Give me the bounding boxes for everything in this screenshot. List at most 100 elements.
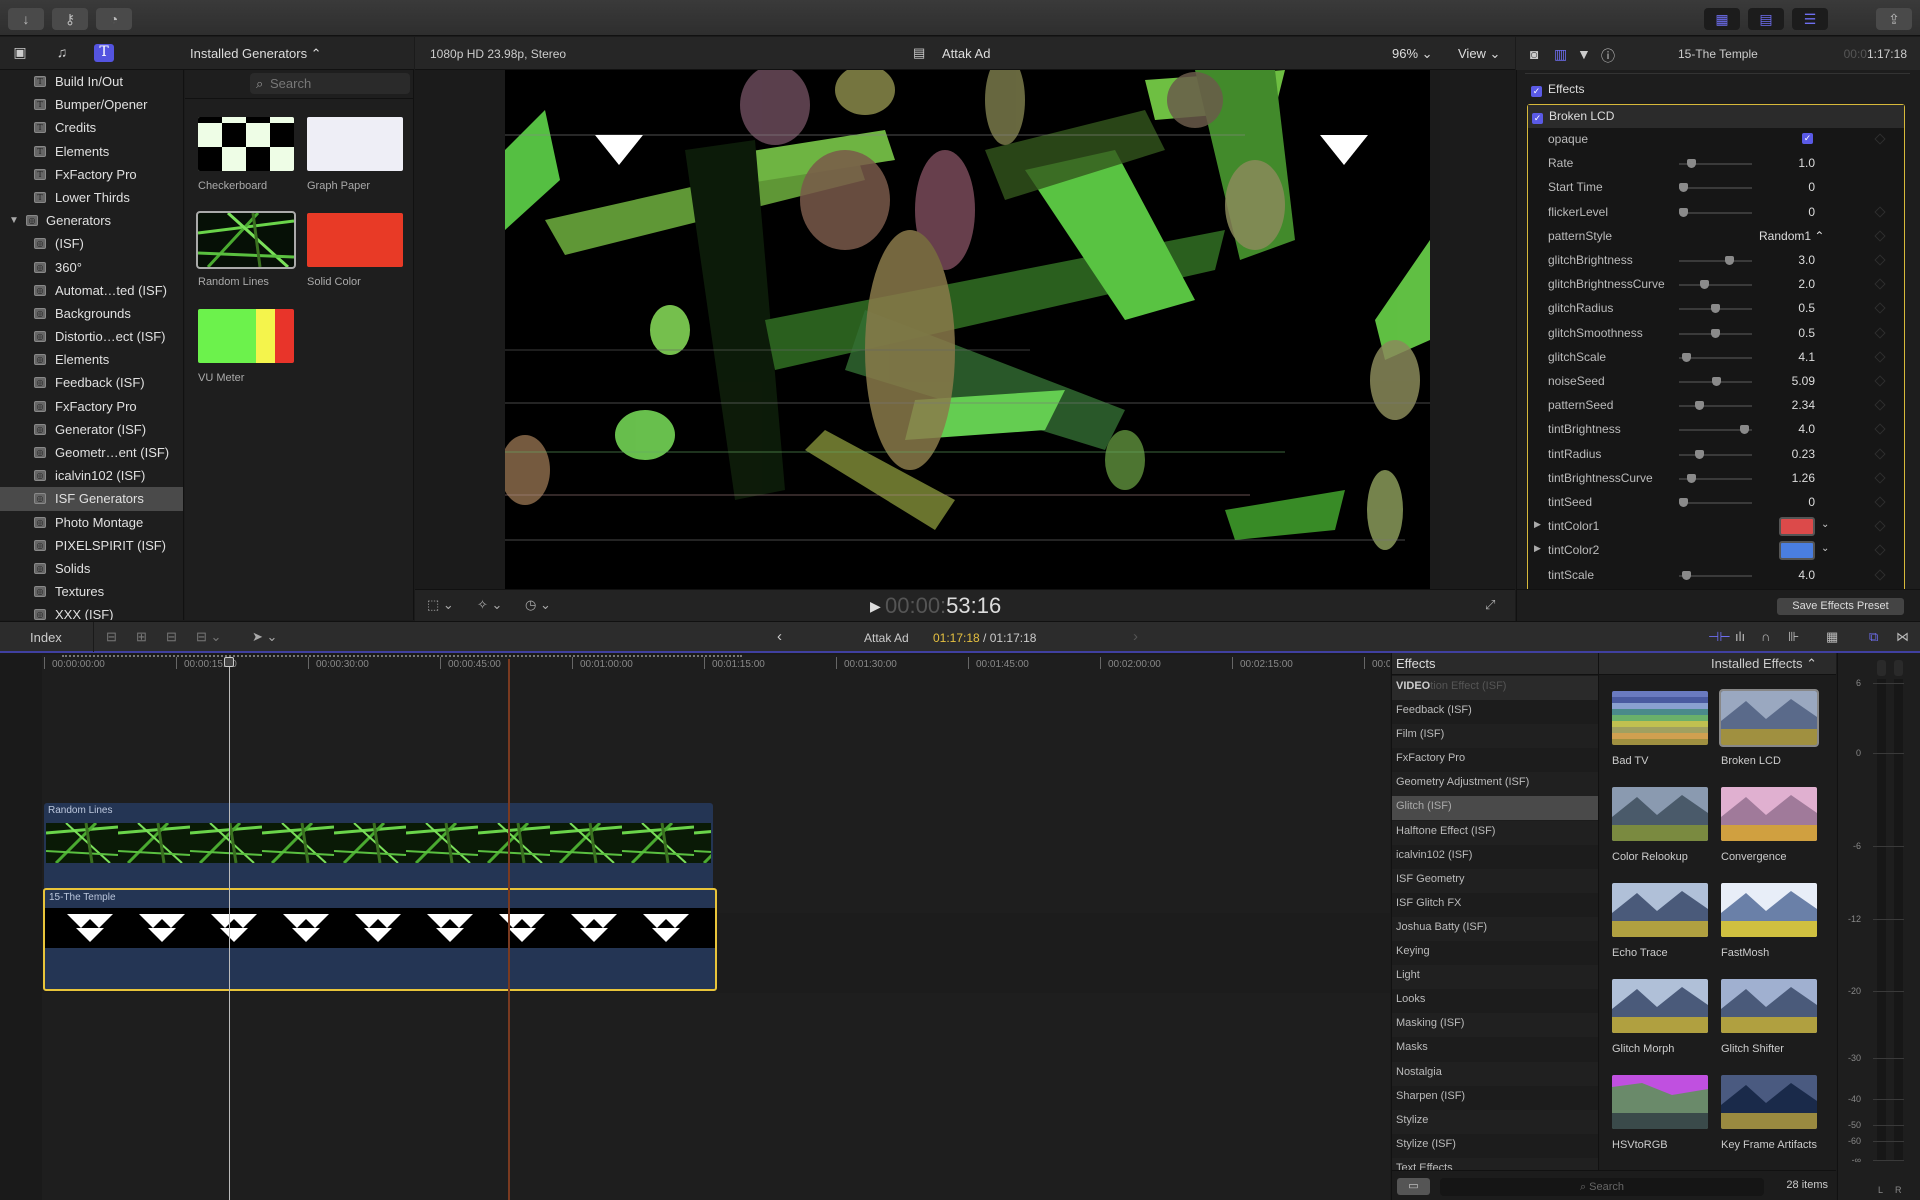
sidebar-toggle-icon[interactable]: ▭ <box>1397 1178 1430 1195</box>
sidebar-item[interactable]: T Bumper/Opener <box>0 93 183 116</box>
param-value[interactable]: 5.09 <box>1792 374 1815 388</box>
info-tab-icon[interactable]: ⓘ <box>1601 46 1615 66</box>
playhead-handle[interactable] <box>224 657 234 667</box>
param-value[interactable]: 3.0 <box>1798 253 1815 267</box>
show-timeline-button[interactable]: ▤ <box>1748 8 1784 30</box>
snapping-icon[interactable]: ⊪ <box>1788 629 1799 645</box>
slider-knob[interactable] <box>1711 328 1720 338</box>
param-slider[interactable] <box>1679 449 1752 459</box>
effect-tile[interactable]: HSVtoRGB <box>1612 1075 1710 1152</box>
sidebar-item[interactable]: ◎ Distortio…ect (ISF) <box>0 325 183 348</box>
timeline[interactable]: 00:00:00:00 00:00:15:00 00:00:30:00 00:00:4… <box>0 655 1390 1200</box>
effect-category[interactable]: Feedback (ISF) <box>1392 700 1598 724</box>
clip-the-temple[interactable]: 15-The Temple <box>43 888 717 991</box>
slider-knob[interactable] <box>1686 473 1696 483</box>
keyframe-icon[interactable] <box>1874 326 1886 339</box>
param-value[interactable]: 2.0 <box>1798 277 1815 291</box>
slider-knob[interactable] <box>1695 449 1704 459</box>
video-inspector-tab-icon[interactable]: ▥ <box>1554 46 1567 63</box>
sidebar-item[interactable]: T Build In/Out <box>0 70 183 93</box>
effect-tile[interactable]: Glitch Shifter <box>1721 979 1819 1056</box>
effect-category[interactable]: Glitch (ISF) <box>1392 796 1598 821</box>
effect-category[interactable]: Joshua Batty (ISF) <box>1392 916 1598 941</box>
param-slider[interactable] <box>1679 159 1752 169</box>
keyframe-icon[interactable] <box>1874 423 1886 436</box>
save-effects-preset-button[interactable]: Save Effects Preset <box>1777 598 1904 615</box>
sidebar-item[interactable]: ▼ ◎ Generators <box>0 209 183 232</box>
slider-knob[interactable] <box>1686 159 1696 169</box>
effect-category[interactable]: Film (ISF) <box>1392 724 1598 749</box>
keyframe-icon[interactable] <box>1874 544 1886 557</box>
timeline-ruler[interactable]: 00:00:00:00 00:00:15:00 00:00:30:00 00:00:4… <box>42 655 1390 677</box>
effects-search-field[interactable]: ⌕ Search <box>1440 1178 1764 1196</box>
param-slider[interactable] <box>1679 498 1752 507</box>
param-slider[interactable] <box>1679 256 1752 265</box>
photos-audio-icon[interactable]: ♫ <box>52 44 72 62</box>
param-slider[interactable] <box>1679 425 1752 435</box>
param-value[interactable]: 0 <box>1808 495 1815 509</box>
sidebar-item[interactable]: ◎ 360° <box>0 256 183 279</box>
disclosure-triangle-icon[interactable]: ▶ <box>1534 543 1541 554</box>
param-slider[interactable] <box>1679 280 1752 290</box>
keyframe-icon[interactable] <box>1874 568 1886 581</box>
slider-knob[interactable] <box>1679 183 1688 193</box>
sidebar-item[interactable]: ◎ Backgrounds <box>0 302 183 325</box>
playhead[interactable] <box>229 659 230 1200</box>
audio-skimming-icon[interactable]: ılı <box>1735 629 1745 644</box>
effect-category[interactable]: Sharpen (ISF) <box>1392 1086 1598 1110</box>
effect-tile[interactable]: Glitch Morph <box>1612 979 1710 1056</box>
keyframe-icon[interactable] <box>1874 399 1886 411</box>
param-slider[interactable] <box>1679 473 1752 483</box>
generator-tile[interactable]: Graph Paper <box>307 117 403 192</box>
view-dropdown[interactable]: View ⌄ <box>1458 46 1500 62</box>
show-inspector-button[interactable]: ☰ <box>1792 8 1828 30</box>
keyframe-icon[interactable] <box>1874 302 1886 315</box>
slider-knob[interactable] <box>1711 377 1721 386</box>
param-slider[interactable] <box>1679 352 1752 362</box>
installed-generators-dropdown[interactable]: Installed Generators ⌃ <box>190 46 322 62</box>
generator-tab-icon[interactable]: ◙ <box>1530 46 1538 62</box>
param-value[interactable]: 4.1 <box>1798 350 1815 364</box>
show-browser-button[interactable]: ▦ <box>1704 8 1740 30</box>
skimming-icon[interactable]: ⊣⊢ <box>1708 629 1731 645</box>
effect-category[interactable]: ISF Glitch FX <box>1392 893 1598 917</box>
sidebar-item[interactable]: T Elements <box>0 140 183 163</box>
slider-knob[interactable] <box>1695 401 1704 411</box>
param-value[interactable]: 4.0 <box>1798 422 1815 436</box>
effect-category[interactable]: Masking (ISF) <box>1392 1013 1598 1038</box>
effect-category[interactable]: Keying <box>1392 941 1598 965</box>
sidebar-item[interactable]: ◎ Photo Montage <box>0 511 183 534</box>
timeline-back-icon[interactable]: ‹ <box>777 628 782 645</box>
effect-tile[interactable]: Bad TV <box>1612 691 1710 768</box>
generator-tile[interactable]: VU Meter <box>198 309 294 384</box>
param-slider[interactable] <box>1679 570 1752 580</box>
keyframe-icon[interactable] <box>1874 230 1886 242</box>
param-value[interactable]: 0 <box>1808 180 1815 194</box>
effect-tile[interactable]: Echo Trace <box>1612 883 1710 960</box>
param-checkbox[interactable]: ✓ <box>1802 133 1813 144</box>
effect-tile[interactable]: Broken LCD <box>1719 689 1819 768</box>
index-button[interactable]: Index <box>30 630 62 645</box>
effect-tile[interactable]: Convergence <box>1721 787 1819 864</box>
effects-browser-icon[interactable]: ⧉ <box>1869 629 1878 645</box>
effects-section-toggle[interactable]: ✓ Effects <box>1531 82 1584 97</box>
sidebar-item[interactable]: ◎ Elements <box>0 348 183 371</box>
keyframe-icon[interactable] <box>1874 133 1886 145</box>
headphones-icon[interactable]: ∩ <box>1761 629 1770 644</box>
fullscreen-icon[interactable]: ⤢ <box>1485 597 1495 613</box>
keyframe-icon[interactable] <box>1874 205 1886 218</box>
clip-appearance-icon[interactable]: ▦ <box>1826 629 1838 645</box>
color-swatch[interactable] <box>1779 517 1815 537</box>
transitions-browser-icon[interactable]: ⋈ <box>1896 629 1909 645</box>
sidebar-item[interactable]: T Lower Thirds <box>0 186 183 209</box>
effect-category[interactable]: FxFactory Pro <box>1392 748 1598 772</box>
generator-tile[interactable]: Checkerboard <box>198 117 294 192</box>
play-button[interactable]: ▶ <box>870 598 881 615</box>
param-value[interactable]: 0.5 <box>1798 326 1815 340</box>
color-tab-icon[interactable]: ▼ <box>1577 46 1591 62</box>
chevron-down-icon[interactable]: ⌄ <box>1821 519 1829 530</box>
transform-menu[interactable]: ⬚ ⌄ <box>427 597 454 613</box>
sidebar-item[interactable]: ◎ Feedback (ISF) <box>0 371 183 394</box>
sidebar-item[interactable]: ◎ ISF Generators <box>0 487 183 511</box>
chevron-down-icon[interactable]: ⌄ <box>1821 543 1829 554</box>
